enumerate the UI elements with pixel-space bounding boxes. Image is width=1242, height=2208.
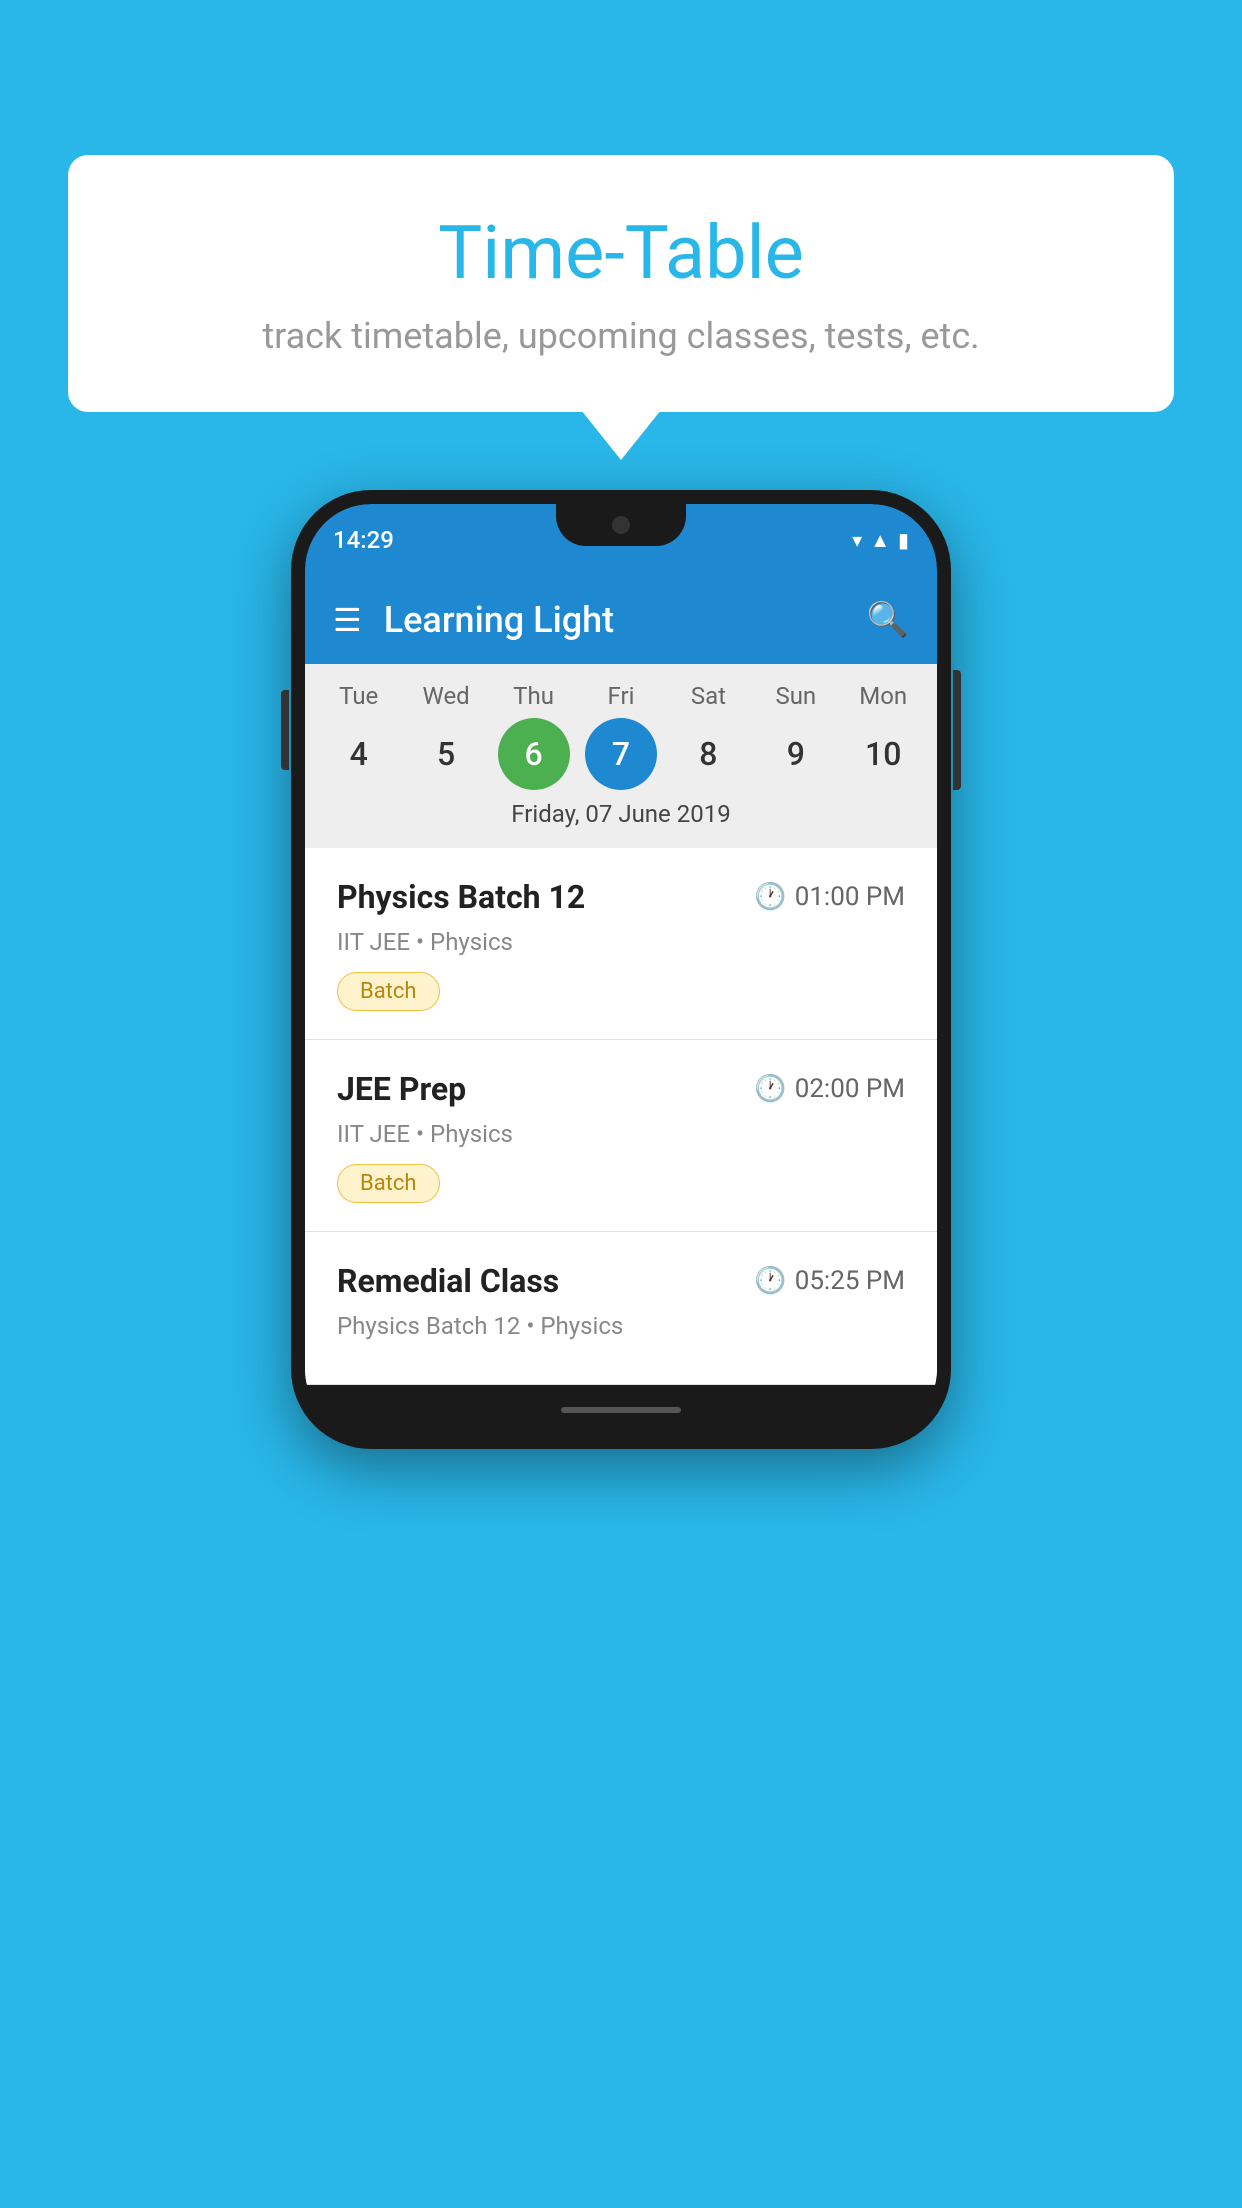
item-2-subtitle: IIT JEE • Physics [337, 1120, 905, 1148]
home-indicator [561, 1407, 681, 1413]
item-2-header: JEE Prep 🕐 02:00 PM [337, 1070, 905, 1108]
phone-screen: 14:29 ▾ ▲ ▮ ☰ Learning Light 🔍 [305, 504, 937, 1435]
app-bar-left: ☰ Learning Light [333, 599, 614, 641]
status-bar: 14:29 ▾ ▲ ▮ [305, 504, 937, 576]
day-name-thu[interactable]: Thu [498, 682, 570, 710]
item-1-title: Physics Batch 12 [337, 878, 585, 916]
item-2-tag: Batch [337, 1164, 440, 1203]
day-name-wed[interactable]: Wed [410, 682, 482, 710]
day-name-fri[interactable]: Fri [585, 682, 657, 710]
selected-date-label: Friday, 07 June 2019 [305, 800, 937, 840]
day-name-sat[interactable]: Sat [672, 682, 744, 710]
clock-icon-3: 🕐 [754, 1266, 786, 1296]
camera-dot [612, 516, 630, 534]
phone-outer: 14:29 ▾ ▲ ▮ ☰ Learning Light 🔍 [291, 490, 951, 1449]
item-1-time: 🕐 01:00 PM [754, 882, 905, 912]
day-4[interactable]: 4 [323, 718, 395, 790]
item-2-time: 🕐 02:00 PM [754, 1074, 905, 1104]
clock-icon-2: 🕐 [754, 1074, 786, 1104]
speech-bubble-container: Time-Table track timetable, upcoming cla… [68, 155, 1174, 412]
day-6-today[interactable]: 6 [498, 718, 570, 790]
day-names-row: Tue Wed Thu Fri Sat Sun Mon [305, 682, 937, 710]
day-numbers-row: 4 5 6 7 8 9 10 [305, 718, 937, 790]
signal-icon: ▲ [870, 528, 890, 553]
item-3-title: Remedial Class [337, 1262, 559, 1300]
hamburger-icon[interactable]: ☰ [333, 604, 362, 636]
schedule-item-2[interactable]: JEE Prep 🕐 02:00 PM IIT JEE • Physics Ba… [305, 1040, 937, 1232]
wifi-icon: ▾ [852, 528, 862, 552]
day-8[interactable]: 8 [672, 718, 744, 790]
search-icon[interactable]: 🔍 [867, 600, 909, 640]
day-10[interactable]: 10 [847, 718, 919, 790]
calendar-strip: Tue Wed Thu Fri Sat Sun Mon 4 5 6 7 8 9 … [305, 664, 937, 848]
app-bar-title: Learning Light [384, 599, 614, 641]
power-button [953, 670, 961, 790]
item-3-subtitle: Physics Batch 12 • Physics [337, 1312, 905, 1340]
phone-bottom [305, 1385, 937, 1435]
day-name-mon[interactable]: Mon [847, 682, 919, 710]
item-2-title: JEE Prep [337, 1070, 466, 1108]
item-3-header: Remedial Class 🕐 05:25 PM [337, 1262, 905, 1300]
schedule-item-3[interactable]: Remedial Class 🕐 05:25 PM Physics Batch … [305, 1232, 937, 1385]
day-name-sun[interactable]: Sun [760, 682, 832, 710]
app-bar: ☰ Learning Light 🔍 [305, 576, 937, 664]
schedule-container: Physics Batch 12 🕐 01:00 PM IIT JEE • Ph… [305, 848, 937, 1385]
speech-bubble: Time-Table track timetable, upcoming cla… [68, 155, 1174, 412]
day-9[interactable]: 9 [760, 718, 832, 790]
battery-icon: ▮ [898, 528, 909, 552]
status-time: 14:29 [333, 526, 394, 554]
item-3-time: 🕐 05:25 PM [754, 1266, 905, 1296]
day-7-selected[interactable]: 7 [585, 718, 657, 790]
item-1-subtitle: IIT JEE • Physics [337, 928, 905, 956]
volume-button [281, 690, 289, 770]
notch [556, 504, 686, 546]
phone-mockup: 14:29 ▾ ▲ ▮ ☰ Learning Light 🔍 [291, 490, 951, 1449]
day-name-tue[interactable]: Tue [323, 682, 395, 710]
item-1-header: Physics Batch 12 🕐 01:00 PM [337, 878, 905, 916]
clock-icon-1: 🕐 [754, 882, 786, 912]
schedule-item-1[interactable]: Physics Batch 12 🕐 01:00 PM IIT JEE • Ph… [305, 848, 937, 1040]
day-5[interactable]: 5 [410, 718, 482, 790]
status-icons: ▾ ▲ ▮ [852, 528, 909, 553]
item-1-tag: Batch [337, 972, 440, 1011]
bubble-title: Time-Table [128, 210, 1114, 297]
bubble-subtitle: track timetable, upcoming classes, tests… [128, 315, 1114, 357]
